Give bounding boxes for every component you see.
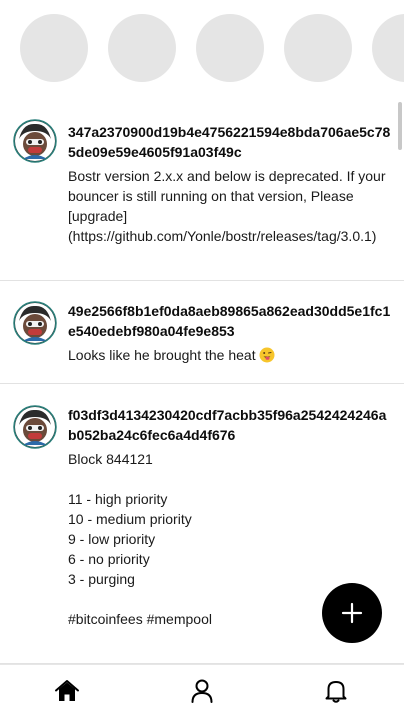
post-text: Bostr version 2.x.x and below is depreca… [68, 168, 390, 244]
tongue-wink-emoji-icon [259, 347, 275, 363]
post-item[interactable]: 49e2566f8b1ef0da8aeb89865a862ead30dd5e1f… [0, 281, 404, 384]
feed[interactable]: 347a2370900d19b4e4756221594e8bda706ae5c7… [0, 96, 404, 664]
story-bubble[interactable] [20, 14, 88, 82]
bell-icon [325, 681, 347, 703]
story-bubble[interactable] [108, 14, 176, 82]
post-author[interactable]: f03df3d4134230420cdf7acbb35f96a254242424… [68, 405, 392, 445]
post-author[interactable]: 347a2370900d19b4e4756221594e8bda706ae5c7… [68, 122, 392, 162]
bottom-nav [0, 664, 404, 718]
nav-home[interactable] [53, 677, 81, 705]
post-author[interactable]: 49e2566f8b1ef0da8aeb89865a862ead30dd5e1f… [68, 301, 392, 341]
story-bubble[interactable] [284, 14, 352, 82]
story-bubble[interactable] [372, 14, 404, 82]
avatar[interactable] [13, 301, 57, 345]
avatar[interactable] [13, 119, 57, 163]
nav-profile[interactable] [188, 677, 216, 705]
post-text-content: Looks like he brought the heat [68, 347, 256, 363]
plus-icon [341, 602, 363, 624]
post-text: Looks like he brought the heat [68, 345, 392, 365]
story-bubble[interactable] [196, 14, 264, 82]
post-item[interactable]: 347a2370900d19b4e4756221594e8bda706ae5c7… [0, 96, 404, 281]
avatar[interactable] [13, 405, 57, 449]
nav-notifications[interactable] [322, 677, 350, 705]
new-post-button[interactable] [322, 583, 382, 643]
profile-icon [191, 679, 213, 703]
home-icon [55, 680, 79, 701]
stories-row [0, 0, 404, 96]
